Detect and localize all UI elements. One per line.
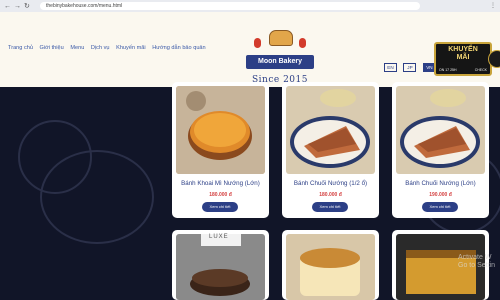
product-name: Bánh Chuối Nướng (1/2 ổ)	[293, 180, 368, 187]
language-switcher: EN JP VN	[384, 56, 438, 74]
product-name: Bánh Khoai Mì Nướng (Lớn)	[181, 180, 260, 187]
os-activation-watermark: Activate W Go to Settin	[458, 254, 495, 269]
back-icon[interactable]: ←	[4, 3, 11, 10]
lantern-icon	[299, 38, 306, 48]
product-image	[396, 86, 485, 174]
promo-title: KHUYẾN MÃI	[448, 46, 478, 61]
promo-check: CHECK	[474, 68, 487, 72]
lang-en[interactable]: EN	[384, 63, 397, 72]
view-detail-button[interactable]: Xem chi tiết	[312, 202, 348, 212]
product-card[interactable]: LUXE	[172, 230, 269, 300]
view-detail-button[interactable]: Xem chi tiết	[422, 202, 458, 212]
address-bar[interactable]: thebinybakehouse.com/menu.html	[40, 2, 420, 10]
logo-text: Moon Bakery	[246, 55, 314, 69]
product-card[interactable]: Bánh Chuối Nướng (Lớn) 190.000 đ Xem chi…	[392, 82, 489, 218]
product-price: 190.000 đ	[429, 192, 452, 198]
browser-menu-icon[interactable]: ⋮	[490, 2, 496, 9]
floating-button[interactable]	[488, 50, 500, 68]
product-image	[176, 86, 265, 174]
view-detail-button[interactable]: Xem chi tiết	[202, 202, 238, 212]
nav-services[interactable]: Dịch vụ	[91, 45, 110, 51]
brand-label: LUXE	[209, 234, 229, 240]
nav-menu[interactable]: Menu	[70, 45, 84, 51]
product-price: 180.000 đ	[209, 192, 232, 198]
product-price: 180.000 đ	[319, 192, 342, 198]
product-name: Bánh Chuối Nướng (Lớn)	[405, 180, 476, 187]
cake-icon	[269, 30, 293, 46]
nav-about[interactable]: Giới thiệu	[40, 45, 64, 51]
product-card[interactable]	[282, 230, 379, 300]
product-card[interactable]: Bánh Khoai Mì Nướng (Lớn) 180.000 đ Xem …	[172, 82, 269, 218]
nav-home[interactable]: Trang chủ	[8, 45, 33, 51]
promo-sub: ON 17 25H	[439, 68, 457, 72]
lang-jp[interactable]: JP	[403, 63, 417, 72]
promo-badge[interactable]: KHUYẾN MÃI ON 17 25H CHECK	[434, 42, 492, 76]
product-card[interactable]: Bánh Chuối Nướng (1/2 ổ) 180.000 đ Xem c…	[282, 82, 379, 218]
product-image	[286, 86, 375, 174]
product-image	[176, 234, 265, 300]
forward-icon[interactable]: →	[14, 3, 21, 10]
nav-storage-guide[interactable]: Hướng dẫn bảo quản	[152, 45, 205, 51]
lantern-icon	[254, 38, 261, 48]
nav-promotions[interactable]: Khuyến mãi	[116, 45, 146, 51]
product-image	[286, 234, 375, 300]
main-nav: Trang chủ Giới thiệu Menu Dịch vụ Khuyến…	[8, 45, 211, 51]
background-swirl	[40, 150, 154, 244]
site-header: Trang chủ Giới thiệu Menu Dịch vụ Khuyến…	[0, 12, 500, 87]
reload-icon[interactable]: ↻	[24, 3, 30, 10]
